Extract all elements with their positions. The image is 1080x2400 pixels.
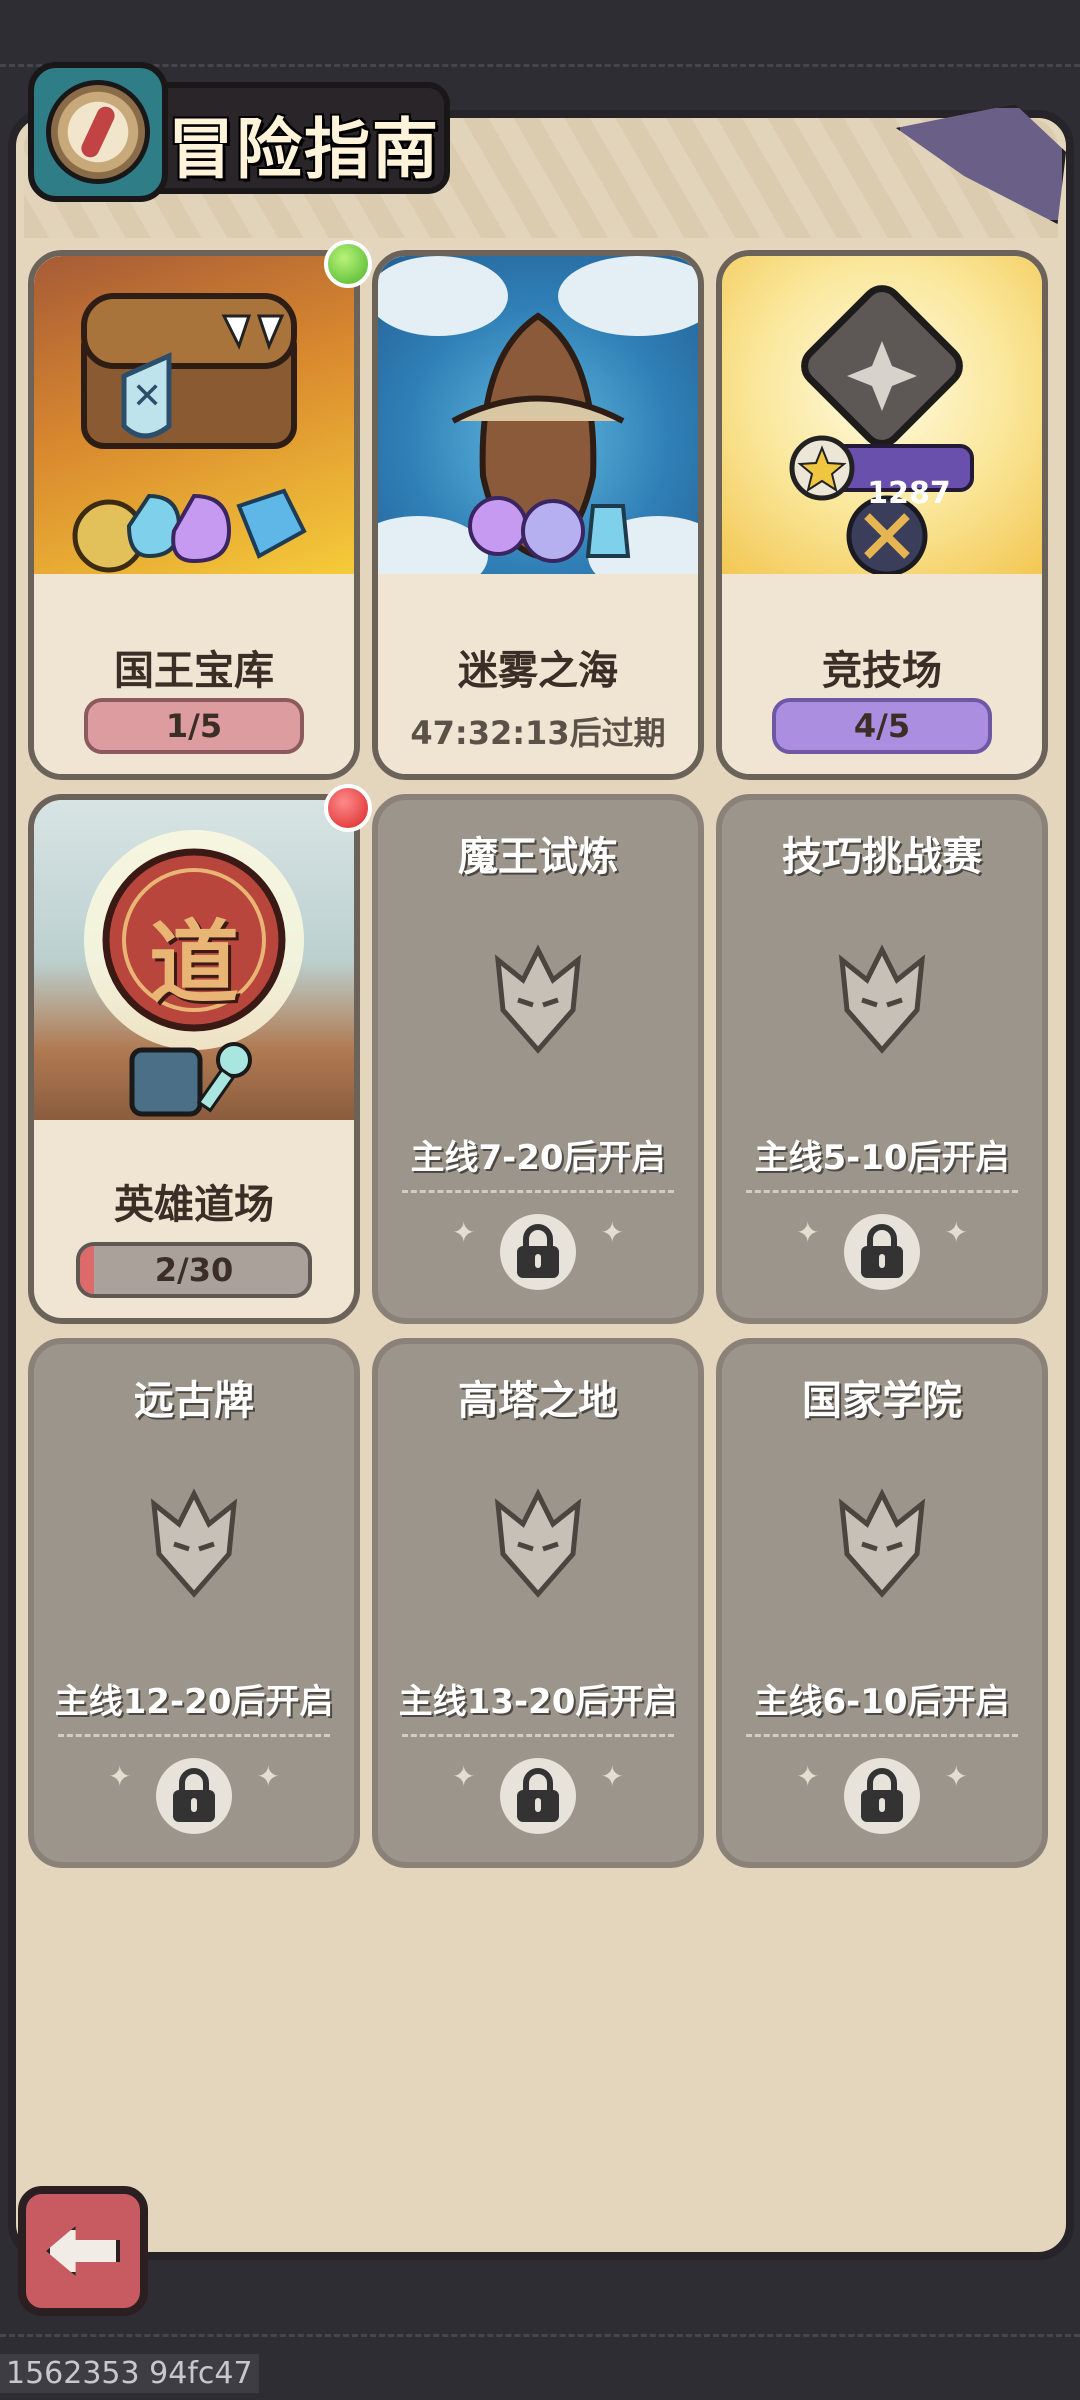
lock-icon	[156, 1758, 232, 1834]
card-arena[interactable]: 1287 竞技场 4/5	[716, 250, 1048, 780]
card-title: 竞技场	[822, 648, 942, 694]
notification-dot-green	[324, 240, 372, 288]
card-hero-dojo[interactable]: 道 英雄道场 2/30	[28, 794, 360, 1324]
lock-icon	[500, 1758, 576, 1834]
wolf-emblem-icon	[494, 1488, 582, 1598]
bottom-decoration	[0, 2334, 1080, 2338]
unlock-requirement: 主线5-10后开启	[754, 1138, 1010, 1178]
svg-text:✕: ✕	[132, 376, 162, 417]
card-skill-challenge[interactable]: 技巧挑战赛 主线5-10后开启 ✦ ✦	[716, 794, 1048, 1324]
dojo-seal-character: 道	[149, 911, 239, 1016]
wolf-emblem-icon	[150, 1488, 238, 1598]
page-title: 冒险指南	[168, 111, 440, 188]
card-tower-land[interactable]: 高塔之地 主线13-20后开启 ✦ ✦	[372, 1338, 704, 1868]
card-national-academy[interactable]: 国家学院 主线6-10后开启 ✦ ✦	[716, 1338, 1048, 1868]
unlock-requirement: 主线7-20后开启	[410, 1138, 666, 1178]
back-arrow-icon	[46, 2226, 120, 2276]
back-button[interactable]	[18, 2186, 148, 2316]
progress-badge: 2/30	[76, 1242, 312, 1298]
compass-icon	[28, 62, 168, 202]
progress-badge: 1/5	[84, 698, 304, 754]
lock-icon	[844, 1214, 920, 1290]
progress-badge: 4/5	[772, 698, 992, 754]
wolf-emblem-icon	[838, 944, 926, 1054]
notification-dot-red	[324, 784, 372, 832]
lock-icon	[500, 1214, 576, 1290]
card-title: 英雄道场	[114, 1182, 274, 1228]
card-title: 魔王试炼	[458, 834, 618, 880]
arena-art	[722, 256, 1042, 586]
debug-id: 1562353 94fc47	[0, 2354, 259, 2393]
score-value: 1287	[867, 476, 951, 511]
boat-art	[378, 256, 698, 596]
card-title: 远古牌	[134, 1378, 254, 1424]
card-misty-sea[interactable]: 迷雾之海 47:32:13后过期	[372, 250, 704, 780]
unlock-requirement: 主线6-10后开启	[754, 1682, 1010, 1722]
expire-timer: 47:32:13后过期	[410, 714, 666, 752]
adventure-grid: ✕ 国王宝库 1/5 迷雾之海 47:32:13后过期 1287 竞技场 4/5…	[28, 250, 1052, 1870]
unlock-requirement: 主线13-20后开启	[398, 1682, 678, 1722]
card-title: 高塔之地	[458, 1378, 618, 1424]
card-title: 国王宝库	[114, 648, 274, 694]
card-title: 技巧挑战赛	[782, 834, 982, 880]
card-ancient-cards[interactable]: 远古牌 主线12-20后开启 ✦ ✦	[28, 1338, 360, 1868]
treasure-chest-art: ✕	[34, 256, 354, 586]
wolf-emblem-icon	[838, 1488, 926, 1598]
top-decoration	[0, 64, 1080, 68]
card-demon-trial[interactable]: 魔王试炼 主线7-20后开启 ✦ ✦	[372, 794, 704, 1324]
wolf-emblem-icon	[494, 944, 582, 1054]
card-king-treasury[interactable]: ✕ 国王宝库 1/5	[28, 250, 360, 780]
unlock-requirement: 主线12-20后开启	[54, 1682, 334, 1722]
lock-icon	[844, 1758, 920, 1834]
card-title: 迷雾之海	[458, 648, 618, 694]
card-title: 国家学院	[802, 1378, 962, 1424]
